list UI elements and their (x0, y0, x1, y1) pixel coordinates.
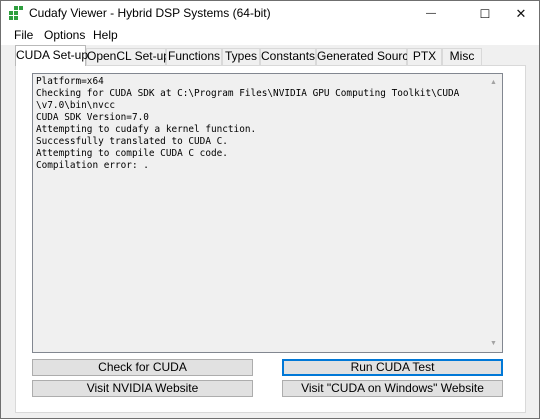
visit-cuda-on-windows-button[interactable]: Visit "CUDA on Windows" Website (282, 380, 503, 397)
scroll-up-icon[interactable]: ▲ (485, 74, 502, 91)
visit-nvidia-website-button[interactable]: Visit NVIDIA Website (32, 380, 253, 397)
check-for-cuda-button[interactable]: Check for CUDA (32, 359, 253, 376)
vertical-scrollbar[interactable]: ▲ ▼ (485, 74, 502, 352)
cudafy-app-icon (9, 6, 23, 20)
menu-help[interactable]: Help (93, 28, 118, 42)
tab-functions[interactable]: Functions (166, 48, 222, 65)
maximize-button[interactable]: ☐ (467, 1, 503, 26)
scroll-down-icon[interactable]: ▼ (485, 335, 502, 352)
tab-cuda-setup[interactable]: CUDA Set-up (15, 45, 88, 66)
output-line: CUDA SDK Version=7.0 (36, 112, 149, 123)
tab-misc[interactable]: Misc (442, 48, 482, 65)
output-line: Compilation error: . (36, 160, 149, 171)
menu-options[interactable]: Options (44, 28, 85, 42)
output-line: Checking for CUDA SDK at C:\Program File… (36, 88, 460, 99)
tab-opencl-setup[interactable]: OpenCL Set-up (86, 48, 170, 65)
tab-constants[interactable]: Constants (260, 48, 316, 65)
output-line: \v7.0\bin\nvcc (36, 100, 116, 111)
menu-file[interactable]: File (14, 28, 33, 42)
output-line: Platform=x64 (36, 76, 104, 87)
output-line: Attempting to cudafy a kernel function. (36, 124, 257, 135)
maximize-icon: ☐ (479, 6, 491, 21)
run-cuda-test-button[interactable]: Run CUDA Test (282, 359, 503, 376)
app-window: Cudafy Viewer - Hybrid DSP Systems (64-b… (0, 0, 540, 419)
output-line: Attempting to compile CUDA C code. (36, 148, 228, 159)
title-bar[interactable]: Cudafy Viewer - Hybrid DSP Systems (64-b… (1, 1, 539, 26)
tab-generated-source[interactable]: Generated Source (316, 48, 415, 65)
output-textbox[interactable]: Platform=x64 Checking for CUDA SDK at C:… (32, 73, 503, 353)
minimize-button[interactable]: — (413, 1, 449, 26)
output-log: Platform=x64 Checking for CUDA SDK at C:… (36, 76, 482, 172)
minimize-icon: — (426, 8, 436, 19)
window-title: Cudafy Viewer - Hybrid DSP Systems (64-b… (29, 6, 271, 20)
tab-types[interactable]: Types (222, 48, 260, 65)
menu-bar: File Options Help (1, 26, 539, 45)
output-line: Successfully translated to CUDA C. (36, 136, 228, 147)
close-icon: ✕ (515, 5, 527, 21)
close-button[interactable]: ✕ (503, 1, 539, 26)
tab-ptx[interactable]: PTX (407, 48, 442, 65)
